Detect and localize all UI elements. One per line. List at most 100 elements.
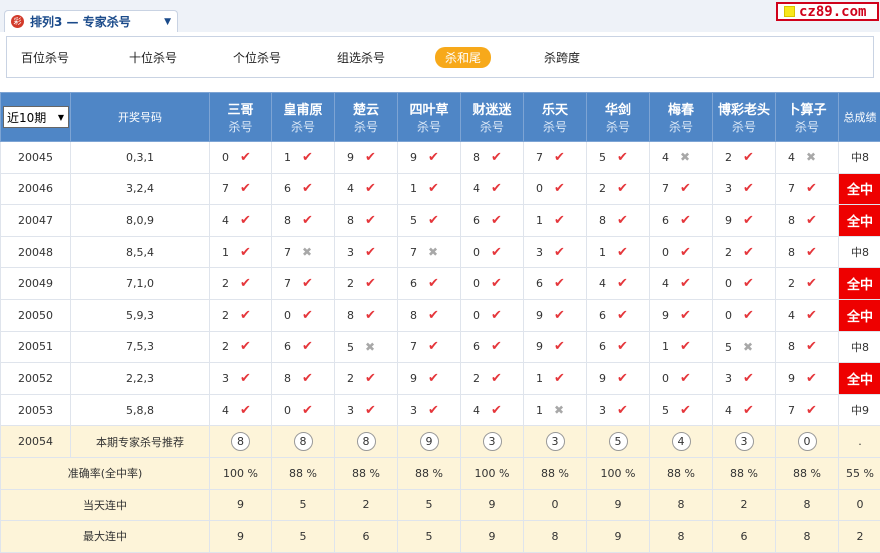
check-icon: ✔: [365, 149, 376, 165]
pick-cell: 0 ✔: [460, 298, 524, 332]
check-icon: ✔: [680, 212, 691, 228]
stat-cell: 5: [397, 520, 461, 553]
check-icon: ✔: [617, 370, 628, 386]
pick-cell: 1 ✔: [586, 235, 650, 269]
pick-number: 4: [222, 213, 229, 227]
pick-cell: 1 ✔: [523, 204, 587, 237]
header-expert: 楚云 杀号: [334, 92, 398, 142]
expert-subtitle: 杀号: [668, 120, 693, 134]
cross-icon: ✖: [554, 403, 565, 418]
pick-cell: 3 ✔: [523, 235, 587, 269]
tab-3[interactable]: 个位杀号: [233, 49, 281, 66]
recommend-ball: 0: [797, 432, 817, 452]
tab-1[interactable]: 百位杀号: [21, 49, 69, 66]
pick-number: 0: [473, 277, 480, 291]
pick-number: 9: [410, 371, 417, 385]
pick-number: 9: [347, 150, 354, 164]
pick-number: 1: [662, 340, 669, 354]
pick-number: 8: [788, 245, 795, 259]
pick-cell: 2 ✔: [209, 267, 272, 300]
expert-subtitle: 杀号: [416, 120, 441, 134]
pick-number: 8: [347, 308, 354, 322]
stat-cell: 8: [775, 488, 839, 522]
pick-cell: 2 ✔: [209, 330, 272, 364]
expert-name: 三哥: [227, 103, 254, 118]
check-icon: ✔: [680, 339, 691, 355]
expert-name: 博彩老头: [717, 103, 770, 118]
pick-cell: 8 ✔: [775, 204, 839, 237]
tab-bar: 百位杀号 十位杀号 个位杀号 组选杀号 杀和尾 杀跨度: [6, 36, 874, 78]
pick-cell: 4 ✔: [460, 172, 524, 206]
pick-cell: 7 ✖: [397, 235, 461, 269]
tab-6[interactable]: 杀跨度: [544, 49, 580, 66]
draw-cell: 7,5,3: [70, 330, 210, 364]
site-logo[interactable]: cz89.com: [776, 2, 879, 21]
tab-5[interactable]: 杀和尾: [435, 47, 492, 68]
recommend-ball: 3: [545, 432, 565, 452]
stat-cell: 88 %: [649, 456, 713, 490]
check-icon: ✔: [240, 370, 251, 386]
draw-cell: 3,2,4: [70, 172, 210, 206]
pick-number: 1: [536, 371, 543, 385]
pick-cell: 7 ✔: [775, 393, 839, 427]
expert-name: 卜算子: [787, 103, 827, 118]
pick-number: 5: [725, 340, 732, 354]
stat-label: 最大连中: [0, 520, 210, 553]
recommend-ball: 3: [482, 432, 502, 452]
pick-cell: 7 ✔: [209, 172, 272, 206]
pick-number: 9: [536, 308, 543, 322]
pick-cell: 3 ✔: [397, 393, 461, 427]
total-cell: 2: [838, 520, 880, 553]
pick-number: 8: [788, 213, 795, 227]
tab-4[interactable]: 组选杀号: [337, 49, 385, 66]
check-icon: ✔: [365, 370, 376, 386]
pick-cell: 0 ✔: [271, 298, 335, 332]
pick-cell: 9 ✔: [586, 362, 650, 395]
pick-cell: 6 ✔: [586, 298, 650, 332]
page-title-dropdown[interactable]: 彩 排列3 — 专家杀号 ▼: [4, 10, 178, 32]
pick-number: 9: [599, 371, 606, 385]
recommend-cell: 8: [209, 425, 272, 458]
accuracy-row: 准确率(全中率) 100 % 88 % 88 % 88 % 100 % 88 % 100 % 8…: [0, 456, 880, 490]
pick-cell: 9 ✔: [649, 298, 713, 332]
period-cell: 20051: [0, 330, 71, 364]
check-icon: ✔: [617, 402, 628, 418]
tab-2[interactable]: 十位杀号: [129, 49, 177, 66]
header-row: 近10期 ▼ 开奖号码 三哥 杀号 皇甫原 杀号 楚云 杀号 四叶草 杀号 财迷迷 杀号 乐天 杀号 华剑 杀号…: [0, 92, 880, 142]
pick-cell: 7 ✔: [649, 172, 713, 206]
pick-number: 2: [788, 277, 795, 291]
stat-cell: 88 %: [523, 456, 587, 490]
stat-cell: 88 %: [334, 456, 398, 490]
pick-cell: 9 ✔: [523, 330, 587, 364]
cross-icon: ✖: [365, 339, 376, 354]
stat-cell: 100 %: [209, 456, 272, 490]
pick-cell: 5 ✔: [649, 393, 713, 427]
check-icon: ✔: [743, 149, 754, 165]
period-cell: 20053: [0, 393, 71, 427]
pick-number: 3: [599, 403, 606, 417]
recommend-ball: 8: [231, 432, 250, 452]
pick-number: 4: [473, 403, 480, 417]
check-icon: ✔: [743, 276, 754, 292]
pick-number: 2: [222, 277, 229, 291]
check-icon: ✔: [491, 339, 502, 355]
check-icon: ✔: [743, 244, 754, 260]
pick-number: 0: [725, 277, 732, 291]
recommend-cell: 4: [649, 425, 713, 458]
pick-cell: 4 ✔: [460, 393, 524, 427]
period-cell: 20054: [0, 425, 71, 458]
pick-cell: 4 ✔: [586, 267, 650, 300]
period-select[interactable]: 近10期 ▼: [3, 106, 69, 128]
recommend-cell: 9: [397, 425, 461, 458]
pick-cell: 7 ✖: [271, 235, 335, 269]
chevron-down-icon: ▼: [164, 16, 171, 27]
check-icon: ✔: [302, 181, 313, 197]
recommend-cell: 8: [271, 425, 335, 458]
pick-cell: 9 ✔: [334, 141, 398, 174]
pick-number: 9: [725, 213, 732, 227]
pick-number: 6: [599, 308, 606, 322]
recommend-cell: 3: [712, 425, 776, 458]
pick-cell: 2 ✔: [209, 298, 272, 332]
check-icon: ✔: [554, 339, 565, 355]
check-icon: ✔: [806, 244, 817, 260]
